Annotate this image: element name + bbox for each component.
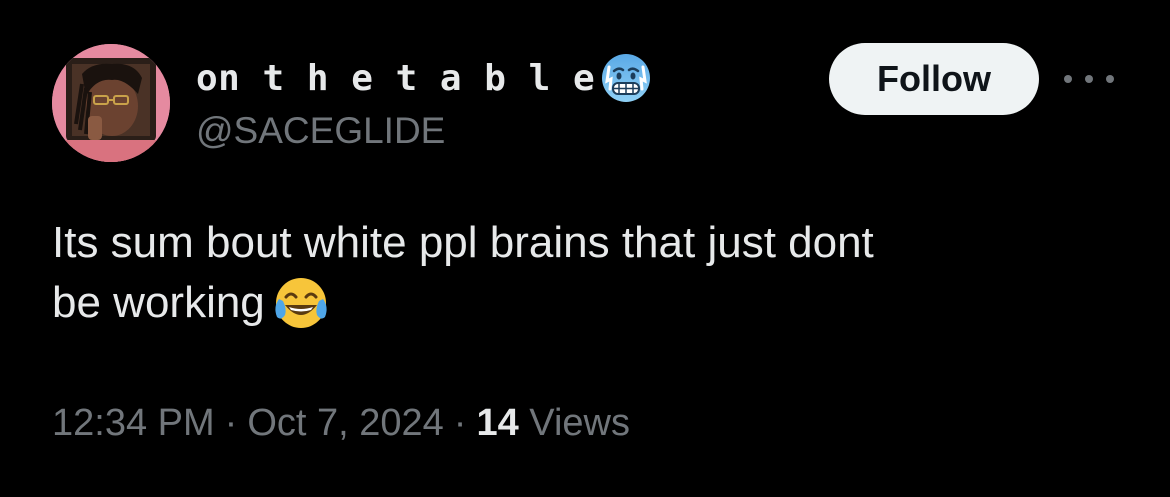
author-name-row[interactable]: on t h e t a b l e <box>196 52 653 104</box>
meta-separator: · <box>224 402 238 444</box>
tweet-text-line-1: Its sum bout white ppl brains that just … <box>52 218 874 267</box>
tweet-meta: 12:34 PM · Oct 7, 2024 · 14 Views <box>52 402 630 445</box>
author-handle[interactable]: @SACEGLIDE <box>196 110 445 152</box>
more-horizontal-icon[interactable] <box>1064 66 1114 92</box>
display-name[interactable]: on t h e t a b l e <box>196 58 595 99</box>
follow-button[interactable]: Follow <box>829 43 1039 115</box>
views-count: 14 <box>476 402 519 444</box>
cold-face-emoji-icon <box>599 51 653 105</box>
face-with-tears-of-joy-emoji-icon <box>271 273 331 333</box>
more-dot <box>1106 75 1114 83</box>
views-label: Views <box>529 402 630 444</box>
more-dot <box>1085 75 1093 83</box>
tweet-text: Its sum bout white ppl brains that just … <box>52 213 1132 333</box>
avatar[interactable] <box>52 44 170 162</box>
avatar-image <box>52 44 170 162</box>
tweet-text-line-2: be working <box>52 278 265 327</box>
tweet-text-line-2-container: be working <box>52 273 1132 333</box>
tweet-date[interactable]: Oct 7, 2024 <box>247 402 443 444</box>
more-dot <box>1064 75 1072 83</box>
tweet-time[interactable]: 12:34 PM <box>52 402 215 444</box>
meta-separator: · <box>453 402 467 444</box>
